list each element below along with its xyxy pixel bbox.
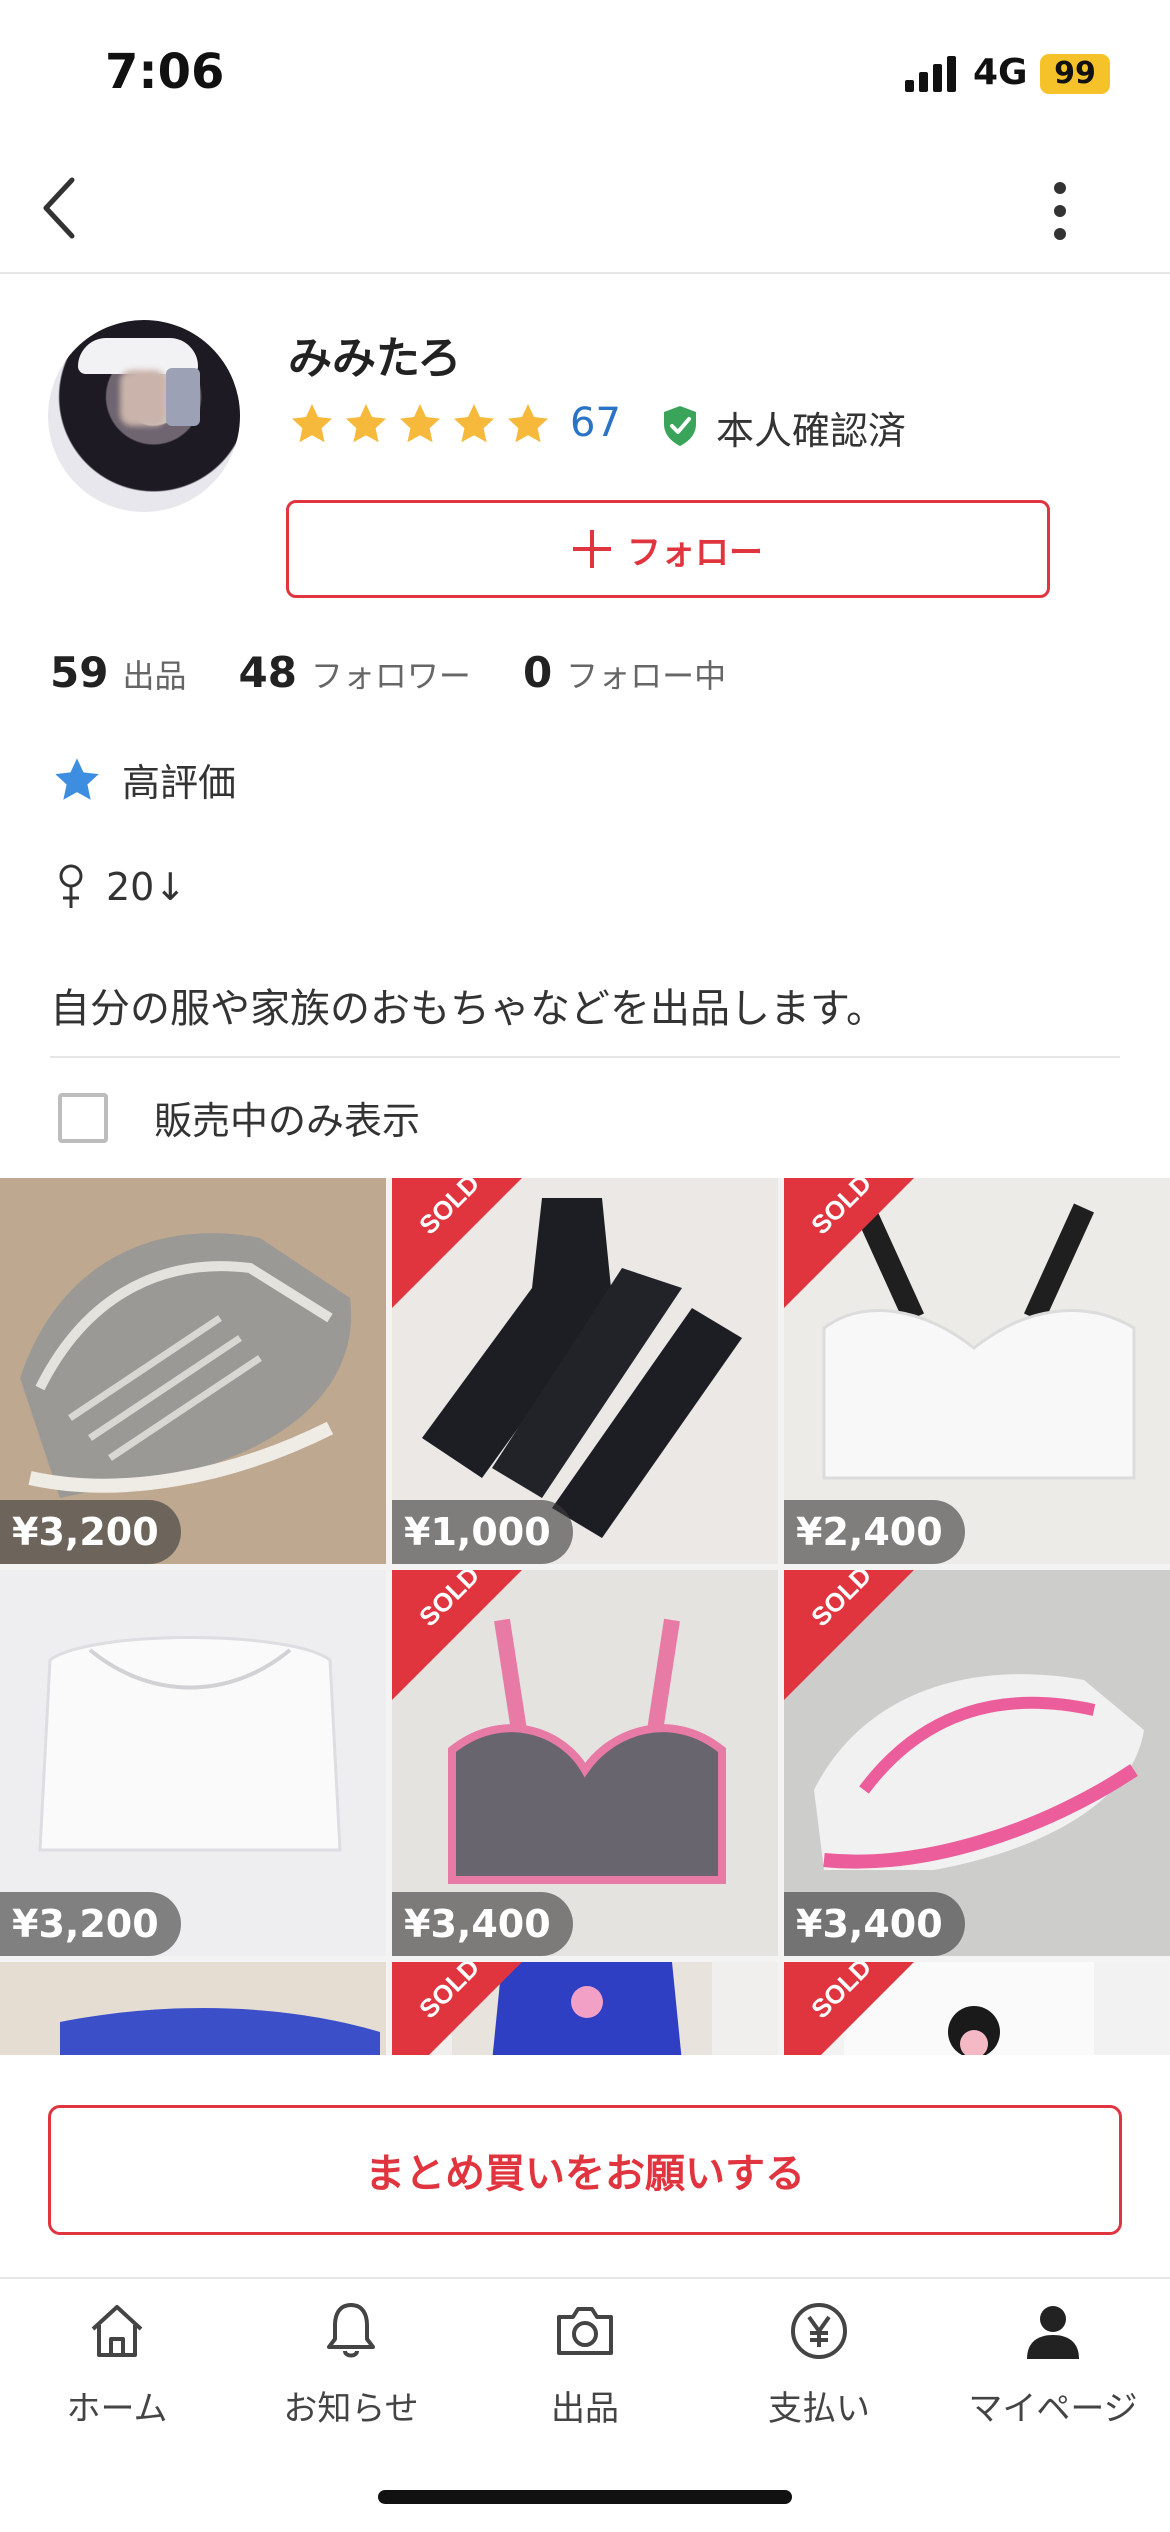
top-nav (0, 140, 1170, 274)
bell-icon (327, 2303, 375, 2358)
user-icon (1027, 2306, 1079, 2359)
tab-notifications[interactable]: お知らせ (234, 2299, 468, 2449)
star-icon (400, 404, 440, 443)
follow-button[interactable]: フォロー (286, 500, 1050, 598)
high-rating-badge: 高評価 (50, 752, 236, 807)
bulk-purchase-area: まとめ買いをお願いする (0, 2055, 1170, 2277)
battery-level: 99 (1054, 56, 1096, 91)
item-price: ¥2,400 (784, 1500, 965, 1564)
item-price: ¥3,400 (392, 1892, 573, 1956)
star-icon (55, 757, 99, 800)
profile-counts: 59 出品 48 フォロワー 0 フォロー中 (50, 648, 778, 697)
rating-stars[interactable] (288, 400, 552, 450)
age-label: 20↓ (106, 865, 187, 909)
status-bar: 7:06 4G 99 (0, 0, 1170, 140)
more-vertical-icon[interactable] (1040, 176, 1080, 246)
tab-label: 出品 (551, 2389, 619, 2429)
item-tile[interactable]: SOLD ¥2,400 (784, 1178, 1170, 1564)
profile-bio: 自分の服や家族のおもちゃなどを出品します。 (50, 986, 886, 1032)
item-tile[interactable]: SOLD ¥3,400 (392, 1570, 778, 1956)
status-time: 7:06 (105, 44, 225, 100)
yen-icon (791, 2303, 847, 2359)
on-sale-checkbox[interactable] (58, 1092, 108, 1143)
star-icon (454, 404, 494, 443)
item-tile[interactable]: SOLD ¥1,000 (392, 1178, 778, 1564)
sold-badge: SOLD (392, 1178, 522, 1308)
signal-icon (905, 56, 956, 92)
tab-home[interactable]: ホーム (0, 2299, 234, 2449)
tab-mypage[interactable]: マイページ (936, 2299, 1170, 2449)
home-indicator[interactable] (378, 2490, 792, 2504)
tab-label: ホーム (66, 2389, 168, 2429)
verified-label: 本人確認済 (716, 409, 907, 453)
sold-badge: SOLD (392, 1570, 522, 1700)
item-price: ¥3,200 (0, 1892, 181, 1956)
avatar[interactable] (48, 320, 240, 512)
filter-label: 販売中のみ表示 (154, 1099, 421, 1143)
followers-label: フォロワー (310, 657, 471, 695)
following-label: フォロー中 (566, 657, 727, 695)
gender-age: 20↓ (56, 862, 186, 912)
on-sale-filter[interactable]: 販売中のみ表示 (58, 1090, 420, 1145)
username: みみたろ (288, 333, 462, 384)
tab-payment[interactable]: 支払い (702, 2299, 936, 2449)
tab-label: お知らせ (283, 2389, 419, 2429)
listings-label: 出品 (122, 657, 187, 695)
verified-shield-icon (664, 406, 696, 446)
divider (50, 1056, 1120, 1058)
item-grid: ¥3,200 SOLD ¥1,000 SOLD ¥2,400 ¥3,200 SO… (0, 1178, 1170, 2055)
item-tile[interactable] (0, 1962, 386, 2055)
item-tile[interactable]: ¥3,200 (0, 1570, 386, 1956)
rating-count-link[interactable]: 67 (570, 400, 621, 446)
star-icon (292, 404, 332, 443)
sold-badge: SOLD (784, 1178, 914, 1308)
tab-label: 支払い (768, 2389, 870, 2429)
item-tile[interactable]: SOLD ¥3,400 (784, 1570, 1170, 1956)
home-icon (91, 2305, 143, 2357)
battery-icon: 99 (1040, 54, 1110, 94)
listings-count[interactable]: 59 (50, 648, 108, 697)
item-price: ¥1,000 (392, 1500, 573, 1564)
star-icon (508, 404, 548, 443)
item-price: ¥3,200 (0, 1500, 181, 1564)
follow-label: フォロー (627, 532, 763, 573)
badge-label: 高評価 (122, 761, 237, 805)
chevron-left-icon[interactable] (30, 168, 100, 248)
plus-icon (573, 530, 611, 568)
female-icon (59, 864, 83, 908)
item-tile[interactable]: SOLD (392, 1962, 778, 2055)
item-tile[interactable]: ¥3,200 (0, 1178, 386, 1564)
item-image (0, 1962, 386, 2055)
followers-count[interactable]: 48 (238, 648, 296, 697)
sold-badge: SOLD (392, 1962, 522, 2055)
star-icon (346, 404, 386, 443)
item-price: ¥3,400 (784, 1892, 965, 1956)
sold-badge: SOLD (784, 1962, 914, 2055)
tab-sell[interactable]: 出品 (468, 2299, 702, 2449)
tab-label: マイページ (968, 2389, 1138, 2429)
item-tile[interactable]: SOLD (784, 1962, 1170, 2055)
network-label: 4G (973, 52, 1028, 93)
bulk-purchase-button[interactable]: まとめ買いをお願いする (48, 2105, 1122, 2235)
following-count[interactable]: 0 (523, 648, 552, 697)
sold-badge: SOLD (784, 1570, 914, 1700)
camera-icon (557, 2307, 613, 2355)
